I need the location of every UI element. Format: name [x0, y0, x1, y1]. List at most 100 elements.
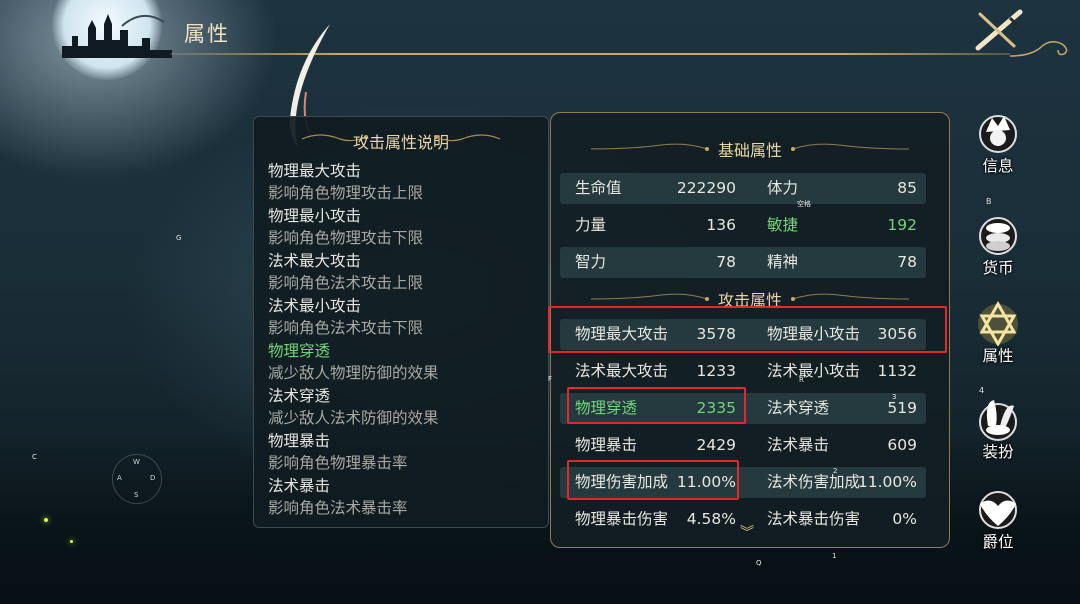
top-bar: 属性 — [0, 0, 1080, 58]
attack-description-item-text: 影响角色物理暴击率 — [268, 454, 408, 472]
stat-value: 192 — [887, 216, 917, 234]
stat-name: 法术穿透 — [767, 399, 830, 417]
coin-stack-icon — [979, 217, 1017, 255]
highlight-box-phys-damage-bonus — [567, 460, 739, 500]
side-menu-item-2[interactable]: 货币 — [970, 212, 1026, 288]
attack-description-item: 法术最小攻击影响角色法术攻击下限 — [268, 295, 538, 340]
hotkey-q-label: Q — [756, 559, 762, 567]
attack-description-item: 法术暴击影响角色法术暴击率 — [268, 475, 538, 520]
character-portrait-icon — [979, 115, 1017, 153]
stat-value: 85 — [897, 179, 917, 197]
hotkey-b-label: B — [986, 197, 992, 206]
attack-description-item: 物理最小攻击影响角色物理攻击下限 — [268, 205, 538, 250]
stat-value: 1132 — [877, 362, 917, 380]
hotkey-space-label: 空格 — [797, 200, 811, 208]
stat-name: 精神 — [767, 253, 799, 271]
stat-row: 物理暴击 2429 法术暴击 609 — [560, 430, 926, 461]
stat-value: 78 — [897, 253, 917, 271]
side-menu-label: 信息 — [982, 157, 1014, 175]
stat-name: 法术暴击 — [767, 436, 830, 454]
stat-row: 力量 136 敏捷 192 — [560, 210, 926, 241]
attack-description-item-text: 影响角色法术暴击率 — [268, 499, 408, 517]
stat-name: 敏捷 — [767, 216, 799, 234]
stat-name: 生命值 — [575, 179, 622, 197]
stat-row: 智力 78 精神 78 — [560, 247, 926, 278]
attack-description-item-name: 法术穿透 — [268, 387, 331, 405]
attack-description-item-name: 法术最小攻击 — [268, 297, 362, 315]
hotkey-g-label: G — [176, 234, 182, 242]
page-title: 属性 — [184, 22, 230, 46]
highlight-box-phys-attack — [548, 306, 947, 353]
stat-value: 519 — [887, 399, 917, 417]
stat-name: 物理暴击伤害 — [575, 510, 669, 528]
hotkey-r-label: R — [799, 376, 804, 384]
stat-value: 222290 — [676, 179, 736, 197]
stat-value: 136 — [706, 216, 736, 234]
firefly-decoration — [44, 518, 48, 522]
stat-name: 智力 — [575, 253, 607, 271]
hotkey-1-label: 1 — [832, 552, 837, 560]
side-menu-label: 装扮 — [982, 443, 1014, 461]
attack-description-item-text: 影响角色法术攻击下限 — [268, 319, 424, 337]
attack-description-item-text: 减少敌人物理防御的效果 — [268, 364, 439, 382]
stat-value: 1233 — [696, 362, 736, 380]
stat-value: 11.00% — [857, 473, 917, 491]
attack-description-item-name: 法术暴击 — [268, 477, 331, 495]
stat-row: 生命值 222290 体力 85 — [560, 173, 926, 204]
title-ornament-right-icon — [434, 134, 501, 142]
attack-description-list: 物理最大攻击 影响角色物理攻击上限 物理最小攻击 影响角色物理攻击下限 法术最大攻击 影响… — [268, 160, 538, 520]
corner-ornament-icon — [1010, 41, 1068, 57]
side-menu-label: 货币 — [982, 259, 1014, 277]
side-menu-item-1[interactable]: 信息 — [970, 110, 1026, 186]
angel-crest-icon — [979, 491, 1017, 529]
joystick-a-label: A — [117, 474, 122, 482]
stat-name: 法术伤害加成 — [767, 473, 861, 491]
attack-description-item-name: 法术最大攻击 — [268, 252, 362, 270]
attack-description-panel: 攻击属性说明 物理最大攻击 影响角色物理攻击上限 物理最小攻击 影响角色物理攻击下限法… — [253, 116, 549, 528]
side-menu-item-3[interactable]: 属性 — [970, 300, 1026, 376]
joystick-hint: W A S D — [112, 454, 162, 504]
stat-value: 4.58% — [686, 510, 736, 528]
attack-ornament-right-icon — [791, 293, 909, 301]
attack-description-item-text: 影响角色物理攻击下限 — [268, 229, 424, 247]
hexagram-icon — [978, 300, 1018, 346]
joystick-d-label: D — [150, 474, 156, 482]
attack-description-title: 攻击属性说明 — [352, 133, 449, 152]
joystick-s-label: S — [134, 491, 139, 499]
attack-description-item-text: 影响角色物理攻击上限 — [268, 184, 424, 202]
attack-description-item: 物理穿透减少敌人物理防御的效果 — [268, 340, 538, 385]
stat-name: 法术最大攻击 — [575, 362, 669, 380]
hotkey-3-label: 3 — [892, 393, 897, 401]
attack-description-item-text: 影响角色法术攻击上限 — [268, 274, 424, 292]
attack-description-item: 法术最大攻击影响角色法术攻击上限 — [268, 250, 538, 295]
attack-description-item-name: 物理穿透 — [268, 342, 331, 360]
side-menu-item-5[interactable]: 爵位 — [970, 486, 1026, 562]
side-menu-label: 爵位 — [982, 533, 1014, 551]
side-menu-item-4[interactable]: 装扮 — [970, 396, 1026, 472]
stat-value: 2429 — [696, 436, 736, 454]
stat-name: 力量 — [575, 216, 607, 234]
attack-description-item-name: 物理最小攻击 — [268, 207, 362, 225]
stat-value: 0% — [892, 510, 917, 528]
attack-description-item-text: 减少敌人法术防御的效果 — [268, 409, 439, 427]
highlight-box-phys-penetration — [567, 387, 746, 424]
bunny-ears-icon — [979, 400, 1017, 441]
stat-value: 609 — [887, 436, 917, 454]
hotkey-2-label: 2 — [833, 467, 838, 475]
joystick-w-label: W — [133, 458, 140, 466]
attack-description-item: 物理最大攻击影响角色物理攻击上限 — [268, 160, 538, 205]
attack-description-item-name: 物理最大攻击 — [268, 162, 362, 180]
side-menu-label: 属性 — [982, 347, 1014, 365]
hotkey-4-label: 4 — [979, 386, 985, 395]
stat-value: 78 — [716, 253, 736, 271]
double-chevron-down-icon[interactable]: ︾ — [740, 522, 754, 542]
hotkey-f-label: F — [548, 375, 553, 383]
stat-name: 物理暴击 — [575, 436, 638, 454]
stat-name: 法术最小攻击 — [767, 362, 861, 380]
stat-row: 法术最大攻击 1233 法术最小攻击 1132 — [560, 356, 926, 387]
hotkey-c-label: C — [32, 453, 37, 461]
attack-description-item: 物理暴击 影响角色物理暴击率 — [268, 430, 538, 475]
stat-name: 法术暴击伤害 — [767, 510, 861, 528]
firefly-decoration — [70, 540, 73, 543]
basic-ornament-right-icon — [791, 143, 909, 151]
